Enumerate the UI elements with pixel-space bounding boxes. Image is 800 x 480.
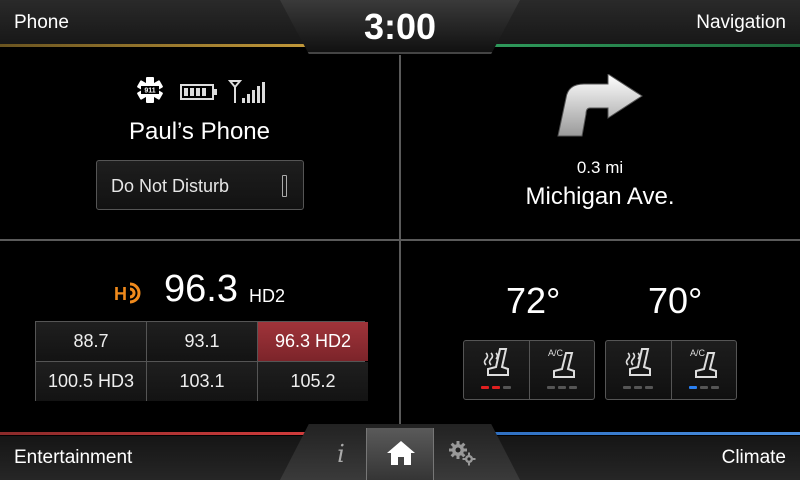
signal-bar xyxy=(242,98,245,103)
ac-seat-label: A/C xyxy=(548,348,564,358)
preset-button-active[interactable]: 96.3 HD2 xyxy=(258,322,368,361)
clock: 3:00 xyxy=(363,6,437,47)
preset-button[interactable]: 103.1 xyxy=(147,362,257,401)
current-station: 96.3 xyxy=(164,268,238,310)
preset-button[interactable]: 93.1 xyxy=(147,322,257,361)
emergency-badge-text: 911 xyxy=(144,88,155,95)
do-not-disturb-label: Do Not Disturb xyxy=(111,176,230,196)
settings-button[interactable] xyxy=(438,428,484,480)
driver-cooled-seat-button[interactable]: A/C xyxy=(529,341,594,399)
passenger-cooled-seat-button[interactable]: A/C xyxy=(671,341,736,399)
signal-bar xyxy=(257,86,260,103)
passenger-heat-level-indicator xyxy=(623,386,653,389)
navigation-accent-line xyxy=(482,44,800,47)
entertainment-tab[interactable]: Entertainment xyxy=(14,447,132,469)
nav-street-name: Michigan Ave. xyxy=(525,183,675,210)
passenger-cool-level-indicator xyxy=(689,386,719,389)
emergency-assist-icon: 911 xyxy=(137,77,163,103)
nav-distance: 0.3 mi xyxy=(576,158,624,177)
do-not-disturb-toggle[interactable] xyxy=(282,175,287,197)
heated-seat-icon xyxy=(483,348,509,376)
navigation-tab[interactable]: Navigation xyxy=(696,12,786,34)
preset-button[interactable]: 105.2 xyxy=(258,362,368,401)
current-subchannel: HD2 xyxy=(249,286,286,306)
driver-seat-controls: A/C xyxy=(463,340,595,400)
gear-icon xyxy=(449,441,476,466)
phone-tab[interactable]: Phone xyxy=(14,12,69,34)
entertainment-accent-line xyxy=(0,432,318,435)
turn-right-arrow-icon xyxy=(557,74,643,137)
vertical-divider xyxy=(399,55,401,427)
signal-bar xyxy=(252,90,255,103)
signal-bar xyxy=(262,82,265,103)
climate-accent-line xyxy=(482,432,800,435)
do-not-disturb-button[interactable]: Do Not Disturb xyxy=(96,160,304,210)
heated-seat-icon xyxy=(625,348,651,376)
battery-tip xyxy=(214,89,217,95)
phone-accent-line xyxy=(0,44,318,47)
battery-cell xyxy=(196,88,200,96)
driver-heat-level-indicator xyxy=(481,386,511,389)
ac-seat-icon: A/C xyxy=(548,348,575,378)
battery-cell xyxy=(190,88,194,96)
battery-cells xyxy=(184,88,206,96)
preset-button[interactable]: 100.5 HD3 xyxy=(36,362,146,401)
phone-status-icons: 911 xyxy=(130,74,270,106)
battery-cell xyxy=(202,88,206,96)
radio-presets: 88.7 93.1 96.3 HD2 100.5 HD3 103.1 105.2 xyxy=(35,321,368,401)
passenger-temperature[interactable]: 70° xyxy=(648,280,702,322)
svg-text:H: H xyxy=(114,284,127,304)
home-icon xyxy=(387,441,415,465)
signal-bar xyxy=(247,94,250,103)
preset-button[interactable]: 88.7 xyxy=(36,322,146,361)
battery-icon xyxy=(180,84,217,100)
passenger-seat-controls: A/C xyxy=(605,340,737,400)
info-button[interactable]: i xyxy=(318,428,364,480)
driver-temperature[interactable]: 72° xyxy=(506,280,560,322)
horizontal-divider xyxy=(0,239,800,241)
hd-radio-icon: H xyxy=(114,282,141,304)
home-button[interactable] xyxy=(366,428,434,480)
passenger-heated-seat-button[interactable] xyxy=(606,341,671,399)
driver-cool-level-indicator xyxy=(547,386,577,389)
ac-seat-icon: A/C xyxy=(690,348,717,378)
info-icon: i xyxy=(337,440,345,468)
driver-heated-seat-button[interactable] xyxy=(464,341,529,399)
battery-cell xyxy=(184,88,188,96)
ac-seat-label: A/C xyxy=(690,348,706,358)
phone-device-name: Paul’s Phone xyxy=(129,118,270,145)
signal-strength-icon xyxy=(228,80,265,103)
climate-tab[interactable]: Climate xyxy=(722,447,786,469)
